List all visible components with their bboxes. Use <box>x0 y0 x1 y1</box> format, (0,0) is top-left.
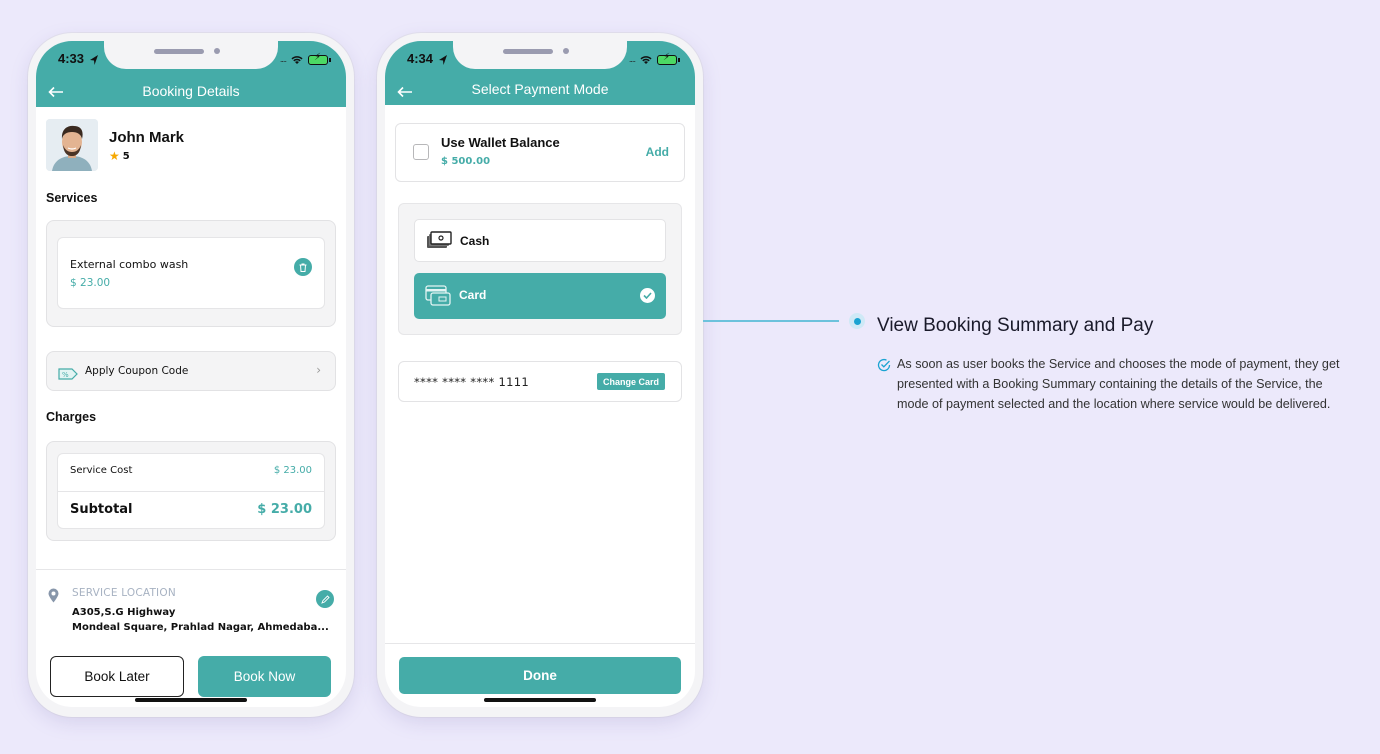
status-time: 4:34 <box>407 51 434 66</box>
wifi-icon <box>291 50 303 69</box>
location-label: SERVICE LOCATION <box>72 587 176 599</box>
device-notch <box>104 41 278 69</box>
feature-title: View Booking Summary and Pay <box>877 315 1154 336</box>
service-name: External combo wash <box>70 258 189 271</box>
saved-card-row: **** **** **** 1111 Change Card <box>398 361 682 402</box>
provider-name: John Mark <box>109 129 185 146</box>
app-header: 4:34 .... ⚡ Select Payment Mode <box>385 41 695 105</box>
location-address-line2: Mondeal Square, Prahlad Nagar, Ahmedaba.… <box>72 622 329 633</box>
payment-mode-screen: 4:34 .... ⚡ Select Payment Mode Use Wall… <box>385 41 695 707</box>
signal-icon: .... <box>628 55 636 64</box>
battery-charging-icon: ⚡ <box>308 52 331 65</box>
page-title: Select Payment Mode <box>471 81 609 97</box>
subtotal-value: $ 23.00 <box>257 502 312 517</box>
avatar <box>46 119 98 171</box>
page-title: Booking Details <box>142 83 240 99</box>
wallet-title: Use Wallet Balance <box>441 135 560 150</box>
masked-card-number: **** **** **** 1111 <box>414 375 529 389</box>
selected-check-icon <box>640 288 655 303</box>
feature-description: As soon as user books the Service and ch… <box>897 357 1340 411</box>
rating-value: 5 <box>122 150 130 162</box>
book-later-button[interactable]: Book Later <box>50 656 184 697</box>
location-arrow-icon <box>89 51 99 70</box>
service-cost-value: $ 23.00 <box>273 465 312 476</box>
check-circle-icon <box>877 357 891 376</box>
add-wallet-funds-link[interactable]: Add <box>646 145 669 159</box>
change-card-button[interactable]: Change Card <box>596 373 665 390</box>
provider-rating: ★ 5 <box>109 149 184 163</box>
done-button[interactable]: Done <box>399 657 681 694</box>
coupon-label: Apply Coupon Code <box>85 365 189 377</box>
divider <box>58 491 324 492</box>
payment-options-container: Cash Card <box>398 203 682 335</box>
divider <box>385 643 695 644</box>
payment-option-card[interactable]: Card <box>414 273 666 319</box>
cash-icon <box>426 230 452 254</box>
device-notch <box>453 41 627 69</box>
credit-card-icon <box>425 284 451 310</box>
coupon-tag-icon: % <box>58 365 78 384</box>
payment-option-cash[interactable]: Cash <box>414 219 666 262</box>
signal-icon: .... <box>279 55 287 64</box>
use-wallet-checkbox[interactable] <box>413 144 429 160</box>
charges-heading: Charges <box>46 410 97 424</box>
charges-container: Service Cost $ 23.00 Subtotal $ 23.00 <box>46 441 336 541</box>
phone-booking-details: 4:33 .... ⚡ Booking Details John Mark ★ … <box>28 33 354 717</box>
battery-charging-icon: ⚡ <box>657 52 680 65</box>
location-arrow-icon <box>438 51 448 70</box>
edit-icon <box>320 594 330 604</box>
booking-details-screen: 4:33 .... ⚡ Booking Details John Mark ★ … <box>36 41 346 707</box>
bullet-dot-icon <box>849 313 865 329</box>
wallet-balance-card: Use Wallet Balance $ 500.00 Add <box>395 123 685 182</box>
apply-coupon-button[interactable]: % Apply Coupon Code › <box>46 351 336 391</box>
status-icons: .... ⚡ <box>628 50 680 69</box>
services-heading: Services <box>46 191 98 205</box>
status-icons: .... ⚡ <box>279 50 331 69</box>
provider-profile: John Mark ★ 5 <box>46 119 184 171</box>
app-header: 4:33 .... ⚡ Booking Details <box>36 41 346 107</box>
status-time: 4:33 <box>58 51 85 66</box>
phone-payment-mode: 4:34 .... ⚡ Select Payment Mode Use Wall… <box>377 33 703 717</box>
charges-card: Service Cost $ 23.00 Subtotal $ 23.00 <box>57 453 325 529</box>
payment-option-label: Cash <box>460 234 490 248</box>
home-indicator <box>484 698 596 702</box>
connector-line <box>703 320 839 322</box>
wifi-icon <box>640 50 652 69</box>
location-pin-icon <box>48 588 59 607</box>
service-item: External combo wash $ 23.00 <box>57 237 325 309</box>
location-address-line1: A305,S.G Highway <box>72 607 176 618</box>
subtotal-label: Subtotal <box>70 502 133 517</box>
home-indicator <box>135 698 247 702</box>
edit-location-button[interactable] <box>316 590 334 608</box>
delete-service-button[interactable] <box>294 258 312 276</box>
service-price: $ 23.00 <box>70 277 111 289</box>
trash-icon <box>299 263 307 272</box>
chevron-right-icon: › <box>316 363 321 377</box>
svg-text:%: % <box>62 371 69 379</box>
book-now-button[interactable]: Book Now <box>198 656 331 697</box>
service-cost-label: Service Cost <box>70 465 133 476</box>
services-container: External combo wash $ 23.00 <box>46 220 336 327</box>
star-icon: ★ <box>109 149 120 163</box>
payment-option-label: Card <box>459 288 487 302</box>
wallet-amount: $ 500.00 <box>441 156 491 167</box>
